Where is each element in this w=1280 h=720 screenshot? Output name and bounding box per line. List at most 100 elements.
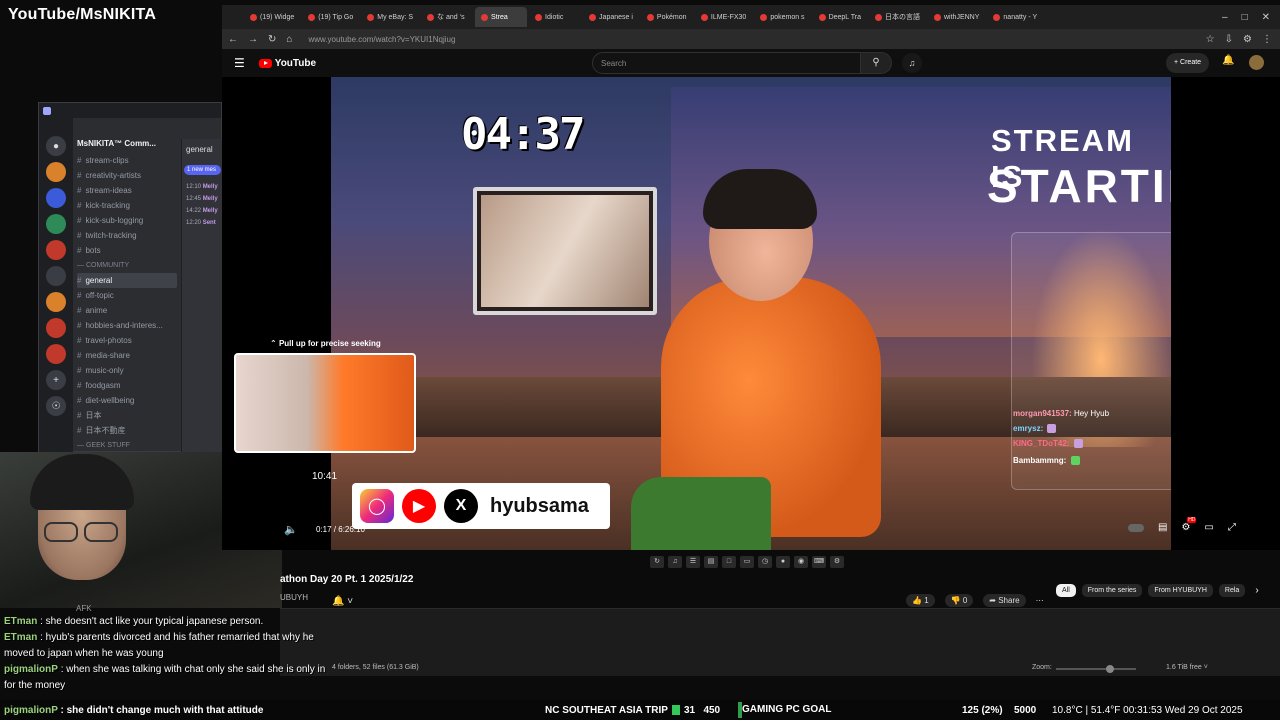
browser-tab[interactable]: Idiotic — [529, 7, 581, 27]
browser-tab[interactable]: (19) Widge — [244, 7, 300, 27]
browser-tab[interactable]: pokemon s — [754, 7, 810, 27]
home-icon[interactable]: ⌂ — [286, 34, 292, 45]
browser-tab[interactable]: な and ‘s — [421, 7, 473, 27]
server-name[interactable]: MsNIKITA™ Comm... — [77, 139, 187, 148]
server-icon[interactable] — [46, 292, 66, 312]
channel-item[interactable]: # bots — [77, 243, 177, 258]
notifications-bell-icon[interactable]: 🔔 — [1222, 55, 1234, 66]
create-button[interactable]: + Create — [1166, 53, 1210, 73]
zoom-slider[interactable] — [1056, 665, 1136, 673]
channel-item[interactable]: # creativity-artists — [77, 168, 177, 183]
chevron-right-icon[interactable]: › — [1255, 585, 1258, 596]
microphone-icon[interactable]: ♫ — [902, 53, 922, 73]
server-icon[interactable] — [46, 188, 66, 208]
channel-item[interactable]: # twitch-tracking — [77, 228, 177, 243]
video-player[interactable]: 04:37 STREAM IS STARTING morgan941537: H… — [222, 77, 1280, 550]
chat-message[interactable]: 12:20 Sent — [182, 217, 223, 229]
loop-icon[interactable]: ↻ — [650, 556, 664, 568]
channel-item[interactable]: # 日本 — [77, 408, 177, 423]
search-input[interactable]: Search — [592, 52, 862, 74]
subscribe-bell-icon[interactable]: 🔔 ˅ — [332, 596, 353, 607]
hamburger-menu-icon[interactable]: ☰ — [234, 56, 245, 70]
close-icon[interactable]: ✕ — [1262, 12, 1270, 23]
screenshot-icon[interactable]: ● — [776, 556, 790, 568]
audio-icon[interactable]: ♫ — [668, 556, 682, 568]
channel-item[interactable]: # kick-tracking — [77, 198, 177, 213]
back-icon[interactable]: ← — [228, 34, 238, 45]
channel-item[interactable]: # 日本不動産 — [77, 423, 177, 438]
keyboard-icon[interactable]: ⌨ — [812, 556, 826, 568]
menu-dots-icon[interactable]: ⋮ — [1262, 34, 1272, 45]
more-options-icon[interactable]: ⋯ — [1036, 596, 1044, 605]
channel-category[interactable]: — COMMUNITY — [77, 258, 177, 273]
filter-chip[interactable]: Rela — [1218, 584, 1246, 597]
camera-icon[interactable]: ◉ — [794, 556, 808, 568]
youtube-logo[interactable]: YouTube — [258, 58, 316, 69]
browser-tab[interactable]: (19) Tip Go — [302, 7, 359, 27]
channel-item[interactable]: # anime — [77, 303, 177, 318]
server-icon[interactable] — [46, 214, 66, 234]
subtitle-icon[interactable]: ▤ — [704, 556, 718, 568]
channel-item[interactable]: # hobbies-and-interes... — [77, 318, 177, 333]
extensions-icon[interactable]: ⚙ — [1243, 34, 1252, 45]
browser-tab[interactable]: DeepL Tra — [813, 7, 867, 27]
browser-tab[interactable]: My eBay: S — [361, 7, 419, 27]
minimize-icon[interactable]: – — [1222, 12, 1228, 23]
speed-icon[interactable]: ◷ — [758, 556, 772, 568]
channel-item[interactable]: # kick-sub-logging — [77, 213, 177, 228]
channel-item[interactable]: # off-topic — [77, 288, 177, 303]
channel-item[interactable]: # stream-clips — [77, 153, 177, 168]
channel-category[interactable]: — GEEK STUFF — [77, 438, 177, 453]
channel-item[interactable]: # music-only — [77, 363, 177, 378]
url-field[interactable]: www.youtube.com/watch?v=YKUI1Nqjiug — [308, 35, 455, 44]
forward-icon[interactable]: → — [248, 34, 258, 45]
channel-item[interactable]: # general — [77, 273, 177, 288]
crop-icon[interactable]: □ — [722, 556, 736, 568]
filter-chip[interactable]: From the series — [1081, 584, 1143, 597]
chat-message[interactable]: 12:45 Melly — [182, 193, 223, 205]
browser-tab[interactable]: Strea — [475, 7, 528, 27]
gear-icon[interactable]: ⚙ — [830, 556, 844, 568]
settings-gear-icon[interactable]: ⚙ — [1181, 517, 1197, 533]
theater-mode-icon[interactable]: ▭ — [1204, 522, 1213, 533]
avatar[interactable] — [1249, 55, 1264, 70]
dislike-button[interactable]: 👎 0 — [944, 594, 974, 607]
discord-home-icon[interactable]: ● — [46, 136, 66, 156]
server-icon[interactable] — [46, 240, 66, 260]
channel-item[interactable]: # travel-photos — [77, 333, 177, 348]
new-messages-banner[interactable]: 1 new mes — [184, 165, 221, 175]
download-icon[interactable]: ⇩ — [1225, 34, 1233, 45]
channel-item[interactable]: # diet-wellbeing — [77, 393, 177, 408]
add-server-icon[interactable]: + — [46, 370, 66, 390]
server-icon[interactable] — [46, 162, 66, 182]
playlist-icon[interactable]: ☰ — [686, 556, 700, 568]
like-button[interactable]: 👍 1 — [906, 594, 935, 607]
browser-tab[interactable]: nanatty - Y — [987, 7, 1043, 27]
explore-icon[interactable]: ☉ — [46, 396, 66, 416]
reload-icon[interactable]: ↻ — [268, 34, 276, 45]
browser-tab[interactable]: withJENNY — [928, 7, 985, 27]
channel-item[interactable]: # foodgasm — [77, 378, 177, 393]
channel-name[interactable]: UBUYH — [280, 593, 308, 602]
server-icon[interactable] — [46, 318, 66, 338]
server-icon[interactable] — [46, 344, 66, 364]
maximize-icon[interactable]: □ — [1242, 12, 1248, 23]
free-space[interactable]: 1.6 TiB free ˅ — [1166, 664, 1208, 671]
browser-tab[interactable]: 日本の言語 — [869, 7, 926, 27]
filter-chip[interactable]: From HYUBUYH — [1148, 584, 1213, 597]
fullscreen-icon[interactable]: ⤢ — [1228, 522, 1236, 533]
volume-icon[interactable]: 🔈 — [284, 523, 298, 536]
browser-tab[interactable]: Pokémon — [641, 7, 693, 27]
chat-message[interactable]: 12:10 Melly — [182, 181, 223, 193]
channel-item[interactable]: # stream-ideas — [77, 183, 177, 198]
filter-chip[interactable]: All — [1056, 584, 1076, 597]
bookmark-star-icon[interactable]: ☆ — [1206, 34, 1215, 45]
share-button[interactable]: ➦ Share — [983, 594, 1026, 607]
captions-icon[interactable]: ▤ — [1158, 522, 1167, 533]
chat-message[interactable]: 14:22 Melly — [182, 205, 223, 217]
browser-tab[interactable]: ILME-FX30 — [695, 7, 752, 27]
autoplay-toggle[interactable] — [1128, 524, 1144, 532]
search-icon[interactable]: ⚲ — [860, 52, 892, 74]
server-icon[interactable] — [46, 266, 66, 286]
channel-item[interactable]: # media-share — [77, 348, 177, 363]
